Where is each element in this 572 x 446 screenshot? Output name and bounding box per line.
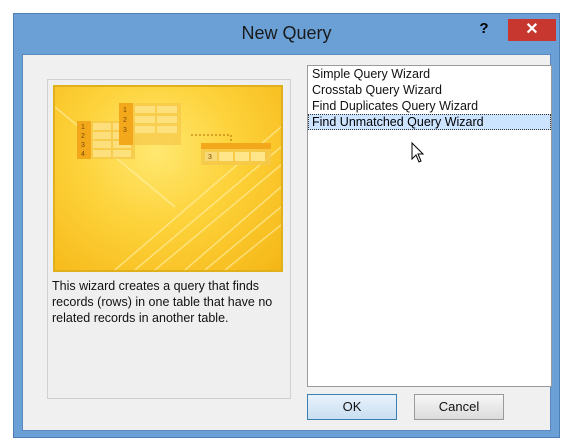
dialog-body: 1 2 3 4 1 2 3 3 This wizard creates a qu… (22, 54, 552, 431)
list-item-find-duplicates-query-wizard[interactable]: Find Duplicates Query Wizard (308, 98, 551, 114)
mid-table-num-1: 1 (123, 107, 127, 114)
middle-table-graphic: 1 2 3 (119, 103, 181, 145)
cancel-button[interactable]: Cancel (414, 394, 504, 420)
wizard-preview-image: 1 2 3 4 1 2 3 3 (53, 85, 283, 272)
close-button[interactable]: ✕ (508, 19, 556, 41)
help-button[interactable]: ? (475, 19, 493, 39)
mid-table-num-2: 2 (123, 117, 127, 124)
right-table-num: 3 (208, 154, 212, 161)
left-table-num-2: 2 (81, 133, 85, 140)
list-item-find-unmatched-query-wizard[interactable]: Find Unmatched Query Wizard (308, 114, 551, 130)
wizard-info-panel: 1 2 3 4 1 2 3 3 This wizard creates a qu… (47, 79, 291, 399)
title-bar[interactable]: New Query ? ✕ (14, 14, 559, 54)
right-table-graphic: 3 (201, 143, 271, 165)
ok-button[interactable]: OK (307, 394, 397, 420)
relationship-link-graphic (191, 134, 232, 143)
list-item-crosstab-query-wizard[interactable]: Crosstab Query Wizard (308, 82, 551, 98)
new-query-dialog: New Query ? ✕ 1 2 3 4 1 2 3 3 This wizar… (13, 13, 560, 438)
wizard-description: This wizard creates a query that finds r… (52, 279, 273, 325)
list-item-simple-query-wizard[interactable]: Simple Query Wizard (308, 66, 551, 82)
mouse-pointer-icon (411, 142, 425, 163)
left-table-num-1: 1 (81, 124, 85, 131)
unmatched-query-illustration: 1 2 3 4 1 2 3 3 (55, 103, 281, 270)
mid-table-num-3: 3 (123, 127, 127, 134)
left-table-num-3: 3 (81, 142, 85, 149)
wizard-list[interactable]: Simple Query Wizard Crosstab Query Wizar… (307, 65, 552, 387)
left-table-num-4: 4 (81, 151, 85, 158)
